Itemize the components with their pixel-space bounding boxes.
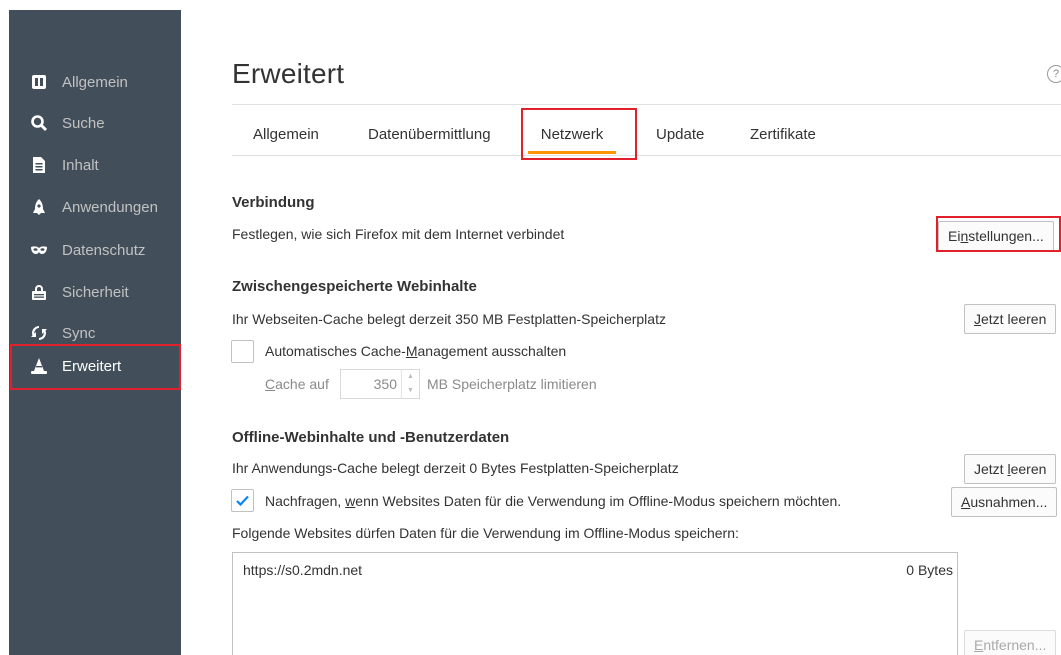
cache-size-value: 350	[373, 376, 397, 392]
section-heading-connection: Verbindung	[232, 194, 315, 211]
tab-bar: Allgemein Datenübermittlung Netzwerk Upd…	[232, 108, 1061, 156]
mask-icon	[30, 241, 48, 259]
tab-datenuebermittlung[interactable]: Datenübermittlung	[368, 108, 491, 156]
checkmark-icon	[236, 495, 249, 507]
sidebar-item-label: Suche	[62, 114, 105, 132]
sidebar-item-label: Erweitert	[62, 357, 122, 375]
list-item-size: 0 Bytes	[906, 562, 953, 578]
sidebar-item-label: Anwendungen	[62, 198, 158, 216]
cache-limit-unit: MB Speicherplatz limitieren	[427, 376, 597, 392]
spinner-down-icon[interactable]: ▼	[402, 384, 419, 398]
tab-zertifikate[interactable]: Zertifikate	[750, 108, 816, 156]
section-heading-cache: Zwischengespeicherte Webinhalte	[232, 278, 477, 295]
sidebar-item-sicherheit[interactable]: Sicherheit	[9, 272, 181, 312]
tab-selected-indicator	[528, 151, 616, 154]
sidebar-item-suche[interactable]: Suche	[9, 103, 181, 143]
section-heading-offline: Offline-Webinhalte und -Benutzerdaten	[232, 429, 510, 446]
sidebar-item-label: Datenschutz	[62, 241, 146, 259]
sidebar-item-allgemein[interactable]: Allgemein	[9, 62, 181, 102]
sidebar-item-datenschutz[interactable]: Datenschutz	[9, 230, 181, 270]
page-title: Erweitert	[232, 58, 345, 89]
tab-allgemein[interactable]: Allgemein	[253, 108, 319, 156]
offline-list-label: Folgende Websites dürfen Daten für die V…	[232, 525, 739, 541]
lock-icon	[30, 283, 48, 301]
offline-exceptions-button[interactable]: Ausnahmen...	[951, 487, 1058, 517]
list-item-site: https://s0.2mdn.net	[243, 562, 363, 578]
offline-notify-label: Nachfragen, wenn Websites Daten für die …	[265, 493, 842, 509]
spinner-arrows[interactable]: ▲ ▼	[401, 370, 419, 398]
sidebar-item-anwendungen[interactable]: Anwendungen	[9, 187, 181, 227]
offline-description: Ihr Anwendungs-Cache belegt derzeit 0 By…	[232, 460, 679, 476]
spinner-up-icon[interactable]: ▲	[402, 370, 419, 384]
sidebar-item-label: Allgemein	[62, 73, 128, 91]
sidebar-item-erweitert[interactable]: Erweitert	[9, 346, 181, 386]
tab-update[interactable]: Update	[656, 108, 704, 156]
clear-cache-button[interactable]: Jetzt leeren	[964, 304, 1057, 334]
sidebar: Allgemein Suche Inhalt Anwendungen Daten…	[9, 10, 181, 655]
connection-description: Festlegen, wie sich Firefox mit dem Inte…	[232, 226, 565, 242]
cache-description: Ihr Webseiten-Cache belegt derzeit 350 M…	[232, 311, 666, 327]
cache-override-label: Automatisches Cache-Management ausschalt…	[265, 343, 567, 359]
wizard-hat-icon	[30, 357, 48, 375]
rocket-icon	[30, 198, 48, 216]
divider	[232, 104, 1061, 105]
help-icon[interactable]: ?	[1047, 65, 1061, 83]
cache-size-spinner[interactable]: 350 ▲ ▼	[340, 369, 420, 399]
search-icon	[30, 114, 48, 132]
cache-limit-label: Cache auf	[265, 376, 329, 392]
sidebar-item-label: Sync	[62, 324, 96, 342]
sync-icon	[30, 324, 48, 342]
divider	[232, 155, 1061, 156]
sidebar-item-inhalt[interactable]: Inhalt	[9, 145, 181, 185]
offline-remove-button[interactable]: Entfernen...	[964, 630, 1057, 655]
cache-override-checkbox[interactable]	[231, 340, 254, 363]
tab-netzwerk[interactable]: Netzwerk	[528, 108, 616, 156]
general-icon	[30, 73, 48, 91]
sidebar-item-label: Sicherheit	[62, 283, 129, 301]
connection-settings-button[interactable]: Einstellungen...	[938, 221, 1054, 251]
offline-notify-checkbox[interactable]	[231, 489, 254, 512]
document-icon	[30, 156, 48, 174]
clear-offline-button[interactable]: Jetzt leeren	[964, 454, 1057, 484]
sidebar-item-label: Inhalt	[62, 156, 99, 174]
offline-apps-list[interactable]: https://s0.2mdn.net 0 Bytes	[232, 552, 958, 655]
list-item[interactable]: https://s0.2mdn.net 0 Bytes	[233, 559, 957, 581]
